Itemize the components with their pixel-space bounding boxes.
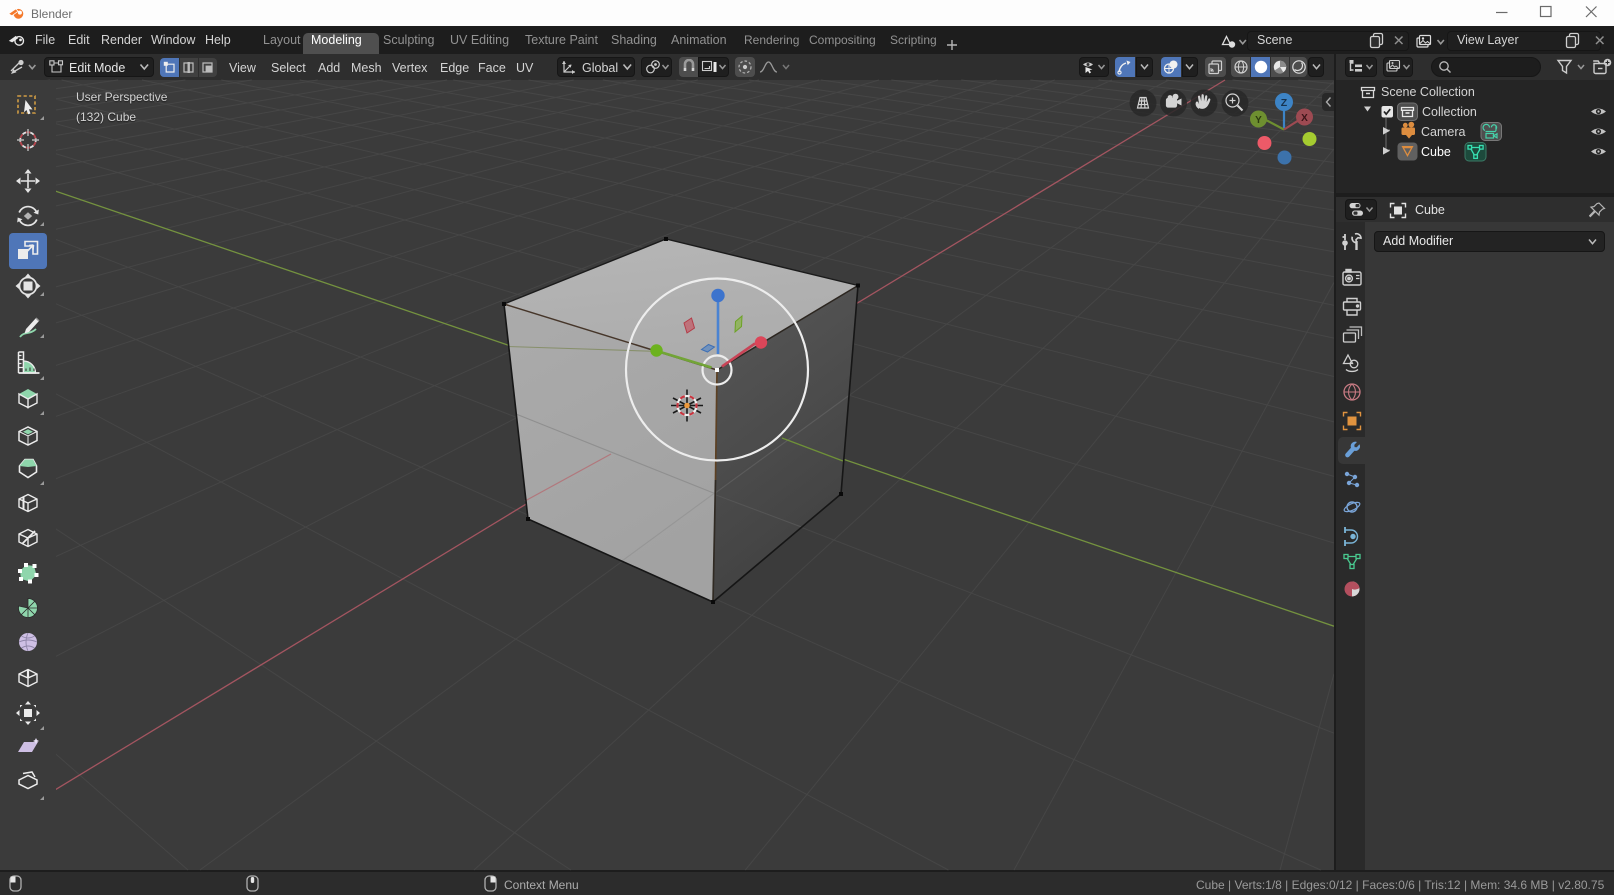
svg-text:Z: Z <box>1281 97 1288 109</box>
svg-text:X: X <box>1301 113 1308 124</box>
svg-text:Y: Y <box>1255 115 1262 126</box>
